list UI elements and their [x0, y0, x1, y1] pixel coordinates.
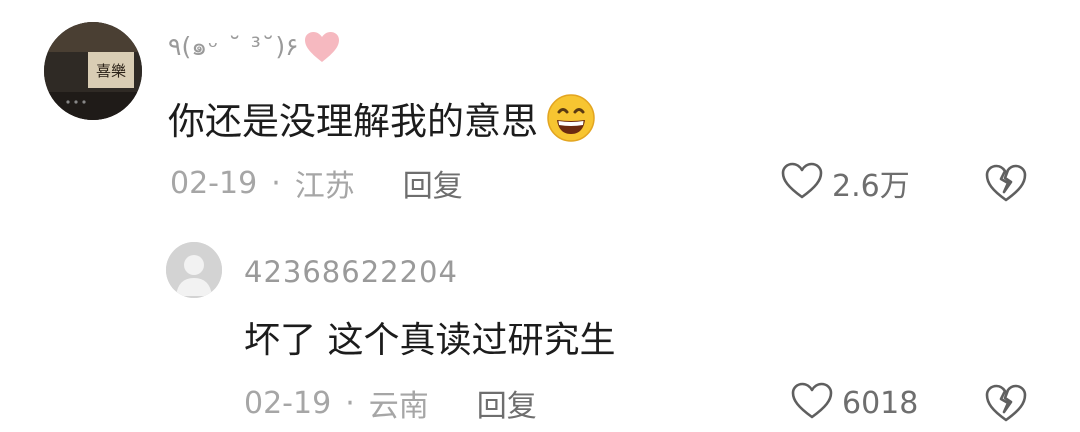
reply-body: 坏了 这个真读过研究生: [244, 312, 615, 362]
reply-username[interactable]: 42368622204: [244, 255, 458, 289]
commenter-username-row[interactable]: ٩(๑ᵕ ˘ ³˘)۶: [168, 25, 341, 69]
reply-meta: 02-19 · 云南 回复: [244, 380, 537, 426]
meta-separator: ·: [271, 165, 281, 201]
heart-outline-icon: [780, 161, 824, 205]
broken-heart-icon: [984, 164, 1028, 208]
comment-text: 你还是没理解我的意思: [168, 100, 538, 143]
reply-location: 云南: [368, 389, 429, 424]
avatar-sign-text: 喜樂: [96, 62, 126, 80]
reply-like-button[interactable]: 6018: [790, 380, 918, 426]
commenter-username[interactable]: ٩(๑ᵕ ˘ ³˘)۶: [168, 27, 299, 67]
reply-like-count: 6018: [842, 385, 919, 421]
reply-dislike-button[interactable]: [984, 382, 1028, 424]
reply-text: 坏了 这个真读过研究生: [244, 320, 616, 361]
reply-button[interactable]: 回复: [403, 161, 463, 205]
comment-meta: 02-19 · 江苏 回复: [170, 160, 463, 206]
comment-location: 江苏: [294, 169, 355, 204]
heart-outline-icon: [790, 381, 834, 425]
like-button[interactable]: 2.6万: [780, 160, 910, 206]
dislike-button[interactable]: [984, 162, 1028, 204]
comment-date: 02-19: [170, 165, 258, 201]
broken-heart-icon: [984, 384, 1028, 428]
reply-date: 02-19: [244, 385, 332, 421]
default-user-avatar-icon[interactable]: [166, 242, 222, 298]
grinning-face-icon: [546, 93, 596, 143]
reply-username-row[interactable]: 42368622204: [244, 250, 458, 294]
commenter-avatar[interactable]: 喜樂: [44, 22, 142, 120]
like-count: 2.6万: [832, 169, 910, 204]
comment-body: 你还是没理解我的意思: [168, 93, 596, 143]
reply-reply-button[interactable]: 回复: [477, 381, 537, 425]
meta-separator: ·: [345, 385, 355, 421]
pink-heart-icon: [303, 30, 341, 64]
